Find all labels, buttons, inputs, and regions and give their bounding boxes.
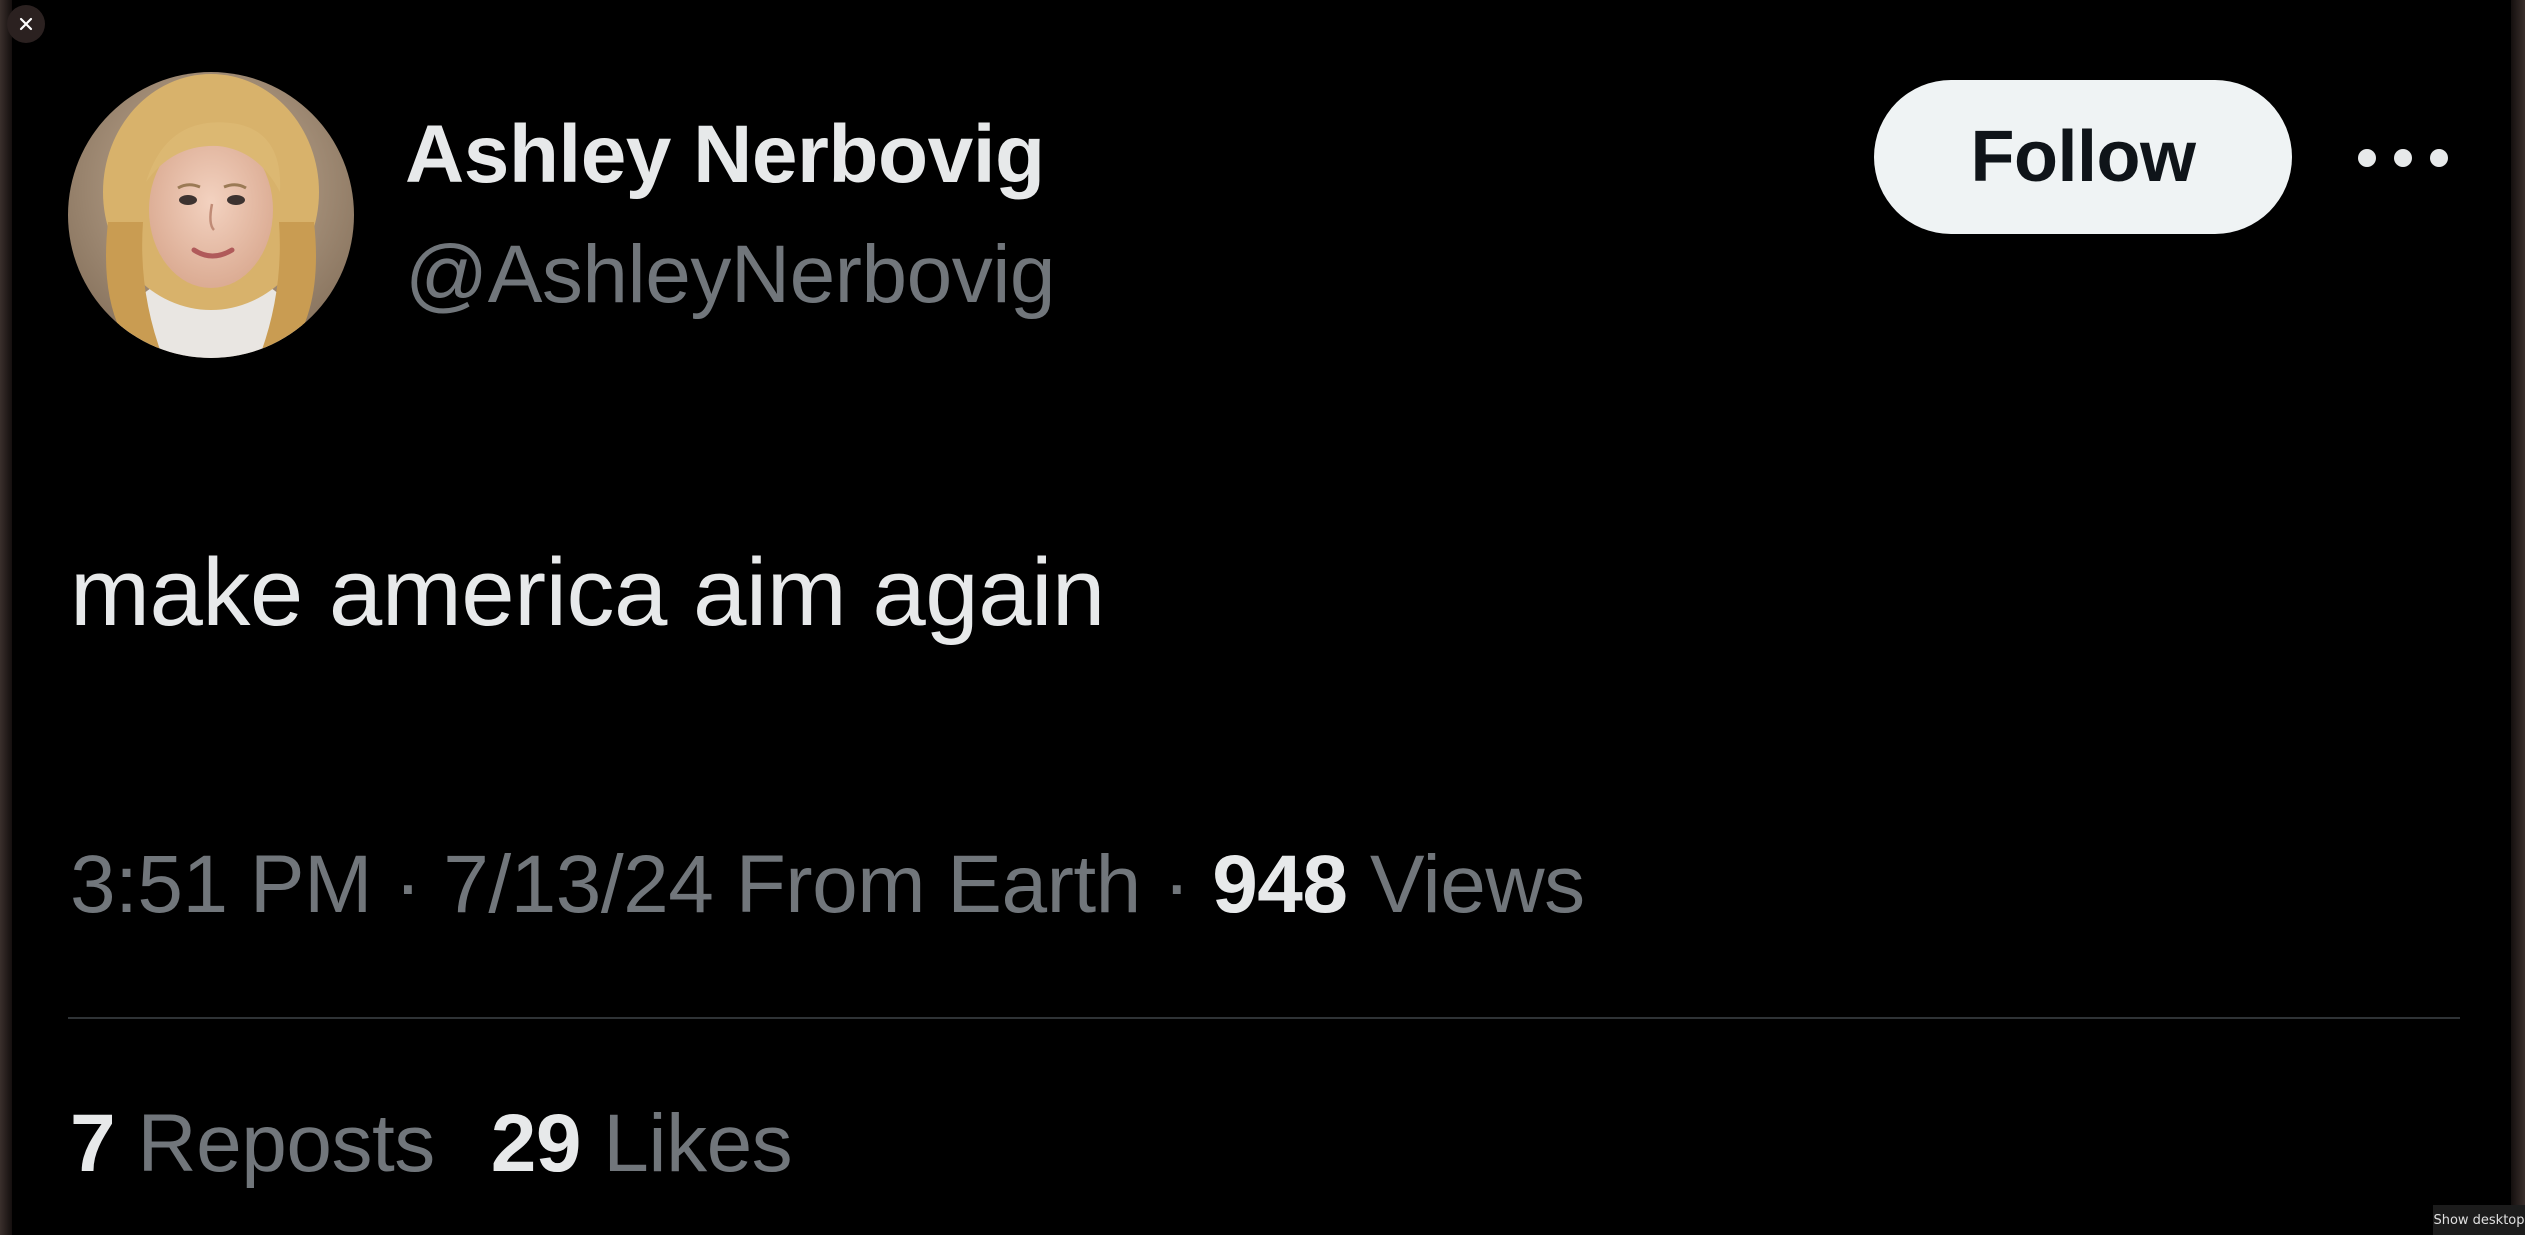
views-count[interactable]: 948: [1212, 839, 1348, 930]
avatar[interactable]: [68, 72, 354, 358]
close-button[interactable]: [7, 5, 45, 43]
tweet-viewer-window: Ashley Nerbovig @AshleyNerbovig Follow m…: [0, 0, 2525, 1235]
follow-button[interactable]: Follow: [1874, 80, 2292, 234]
window-edge-left: [0, 0, 12, 1235]
views-label[interactable]: Views: [1370, 839, 1585, 930]
close-icon: [19, 17, 33, 31]
likes-count: 29: [490, 1098, 582, 1189]
more-options-button[interactable]: [2348, 128, 2458, 188]
avatar-photo: [68, 72, 354, 358]
show-desktop-button[interactable]: Show desktop: [2433, 1205, 2525, 1235]
tweet-date[interactable]: 7/13/24: [443, 839, 714, 930]
tweet-text: make america aim again: [70, 539, 1105, 646]
author-display-name[interactable]: Ashley Nerbovig: [405, 108, 1045, 202]
likes-label: Likes: [603, 1098, 793, 1189]
meta-separator: ·: [394, 839, 421, 930]
window-edge-right: [2511, 0, 2525, 1235]
more-horizontal-icon: [2358, 149, 2448, 167]
likes-stat[interactable]: 29 Likes: [490, 1098, 793, 1189]
author-handle[interactable]: @AshleyNerbovig: [405, 228, 1056, 322]
tweet-time[interactable]: 3:51 PM: [70, 839, 372, 930]
tweet-stats: 7 Reposts 29 Likes: [70, 1097, 793, 1191]
tweet-meta: 3:51 PM · 7/13/24 From Earth · 948 Views: [70, 838, 1585, 932]
tweet-location: From Earth: [735, 839, 1142, 930]
divider: [68, 1017, 2460, 1019]
reposts-count: 7: [70, 1098, 116, 1189]
reposts-stat[interactable]: 7 Reposts: [70, 1098, 435, 1189]
reposts-label: Reposts: [137, 1098, 435, 1189]
meta-separator: ·: [1163, 839, 1190, 930]
